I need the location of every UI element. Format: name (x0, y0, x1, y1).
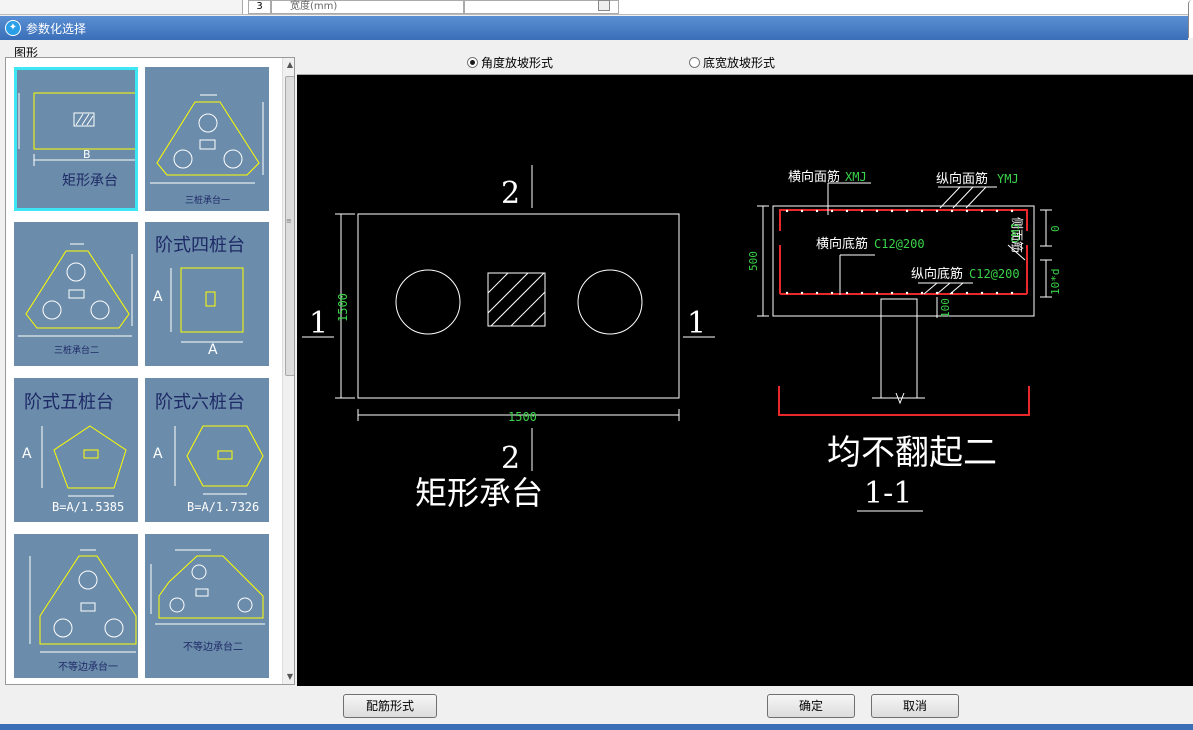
thumbnail-step-six-pile-cap[interactable]: 阶式六桩台 A B=A/1.7326 (145, 378, 269, 522)
scroll-up-icon[interactable]: ▲ (283, 58, 294, 72)
dim-label: B (83, 148, 91, 161)
plan-height-dim: 1500 (336, 293, 350, 322)
drawing-canvas: 2 2 1 1 1500 1500 矩形承台 横向面筋 XMJ 纵向面筋 YMJ… (297, 75, 1193, 686)
section-mark-left: 1 (309, 306, 328, 341)
section-mark-top: 2 (501, 176, 520, 211)
thumbnail-rect-cap[interactable]: B 矩形承台 (14, 67, 138, 211)
top-longitudinal-label: 纵向面筋 (936, 171, 988, 187)
thumbnail-label: 阶式四桩台 (155, 235, 245, 256)
row-name: 宽度(mm) (271, 0, 464, 14)
embed-depth-dim: 100 (939, 298, 952, 318)
thumbnail-unequal-cap-2[interactable]: 不等边承台二 (145, 534, 269, 678)
shape-thumbnail-list: B 矩形承台 三桩承台一 三桩承台二 阶式四桩台 A A 阶式五桩台 A B=A… (5, 57, 295, 685)
section-title: 1-1 (864, 476, 912, 511)
top-longitudinal-code: YMJ (997, 172, 1019, 186)
thumbnail-label: 矩形承台 (62, 173, 118, 189)
dim-label: A (208, 342, 218, 358)
thumbnail-label: 三桩承台一 (185, 196, 231, 206)
plan-caption: 矩形承台 (415, 474, 543, 512)
top-transverse-code: XMJ (845, 170, 867, 184)
unequal-cap-2-preview (150, 549, 265, 625)
unequal-cap-1-preview (29, 549, 137, 653)
dim-label: B=A/1.7326 (187, 500, 260, 514)
radio-angle-slope[interactable]: 角度放坡形式 (467, 54, 553, 71)
app-icon: ✦ (5, 20, 21, 36)
dialog-title-bar: ✦ 参数化选择 (0, 16, 1188, 40)
dim-label: B=A/1.5385 (52, 500, 125, 514)
background-cell (0, 0, 243, 14)
bottom-longitudinal-code: C12@200 (969, 267, 1020, 281)
thumbnail-scrollbar[interactable]: ▲ ≡ ▼ (282, 58, 294, 684)
cad-drawing: 2 2 1 1 1500 1500 矩形承台 横向面筋 XMJ 纵向面筋 YMJ… (302, 165, 1062, 512)
pile-circle-left (395, 269, 461, 335)
scroll-grip-icon: ≡ (286, 217, 292, 225)
bottom-transverse-code: C12@200 (874, 237, 925, 251)
window-bottom-border (0, 724, 1193, 730)
ok-button[interactable]: 确定 (767, 694, 855, 718)
cap-outline (357, 213, 680, 399)
top-transverse-label: 横向面筋 (788, 169, 840, 185)
radio-bottom-width-slope[interactable]: 底宽放坡形式 (689, 54, 775, 71)
three-pile-cap-1-preview (150, 94, 264, 184)
rebar-dots (785, 209, 1014, 295)
thumbnail-label: 三桩承台二 (54, 346, 100, 356)
side-rebar-code: CMJ (1009, 223, 1022, 243)
row-checkbox[interactable] (598, 0, 610, 11)
bottom-longitudinal-label: 纵向底筋 (911, 266, 963, 282)
bottom-anchor-dim: 10*d (1049, 269, 1062, 296)
radio-selected-icon[interactable] (467, 57, 478, 68)
thumbnail-label: 阶式五桩台 (24, 392, 114, 413)
radio-label: 底宽放坡形式 (703, 56, 776, 70)
thumbnail-three-pile-cap-1[interactable]: 三桩承台一 (145, 67, 269, 211)
window-edge (1188, 0, 1193, 38)
plan-width-dim: 1500 (508, 410, 537, 424)
section-height-dim: 500 (747, 251, 760, 271)
radio-label: 角度放坡形式 (481, 56, 554, 70)
thumbnail-three-pile-cap-2[interactable]: 三桩承台二 (14, 222, 138, 366)
scroll-down-icon[interactable]: ▼ (283, 670, 294, 684)
thumbnail-step-four-pile-cap[interactable]: 阶式四桩台 A A (145, 222, 269, 366)
pile-circle-right (577, 269, 643, 335)
section-mark-bottom: 2 (501, 441, 520, 476)
bottom-transverse-label: 横向底筋 (816, 236, 868, 252)
background-table-row: 3 宽度(mm) (0, 0, 1193, 38)
scroll-thumb[interactable] (285, 76, 294, 376)
thumbnail-label: 阶式六桩台 (155, 392, 245, 413)
thumbnail-label: 不等边承台一 (58, 662, 118, 673)
dialog-title: 参数化选择 (26, 22, 87, 36)
thumbnail-unequal-cap-1[interactable]: 不等边承台一 (14, 534, 138, 678)
radio-unselected-icon[interactable] (689, 57, 700, 68)
row-number: 3 (248, 0, 271, 14)
slope-mode-selector: 角度放坡形式 底宽放坡形式 (297, 45, 1193, 75)
dim-label: A (153, 289, 163, 305)
section-caption: 均不翻起二 (827, 433, 997, 473)
thumbnail-step-five-pile-cap[interactable]: 阶式五桩台 A B=A/1.5385 (14, 378, 138, 522)
rebar-form-button[interactable]: 配筋形式 (343, 694, 437, 718)
row-value-cell (464, 0, 619, 14)
cancel-button[interactable]: 取消 (871, 694, 959, 718)
thumbnail-label: 不等边承台二 (183, 642, 243, 653)
section-mark-right: 1 (687, 306, 706, 341)
top-cover-dim: 0 (1049, 225, 1062, 232)
dim-label: A (153, 446, 163, 462)
dim-label: A (22, 446, 32, 462)
